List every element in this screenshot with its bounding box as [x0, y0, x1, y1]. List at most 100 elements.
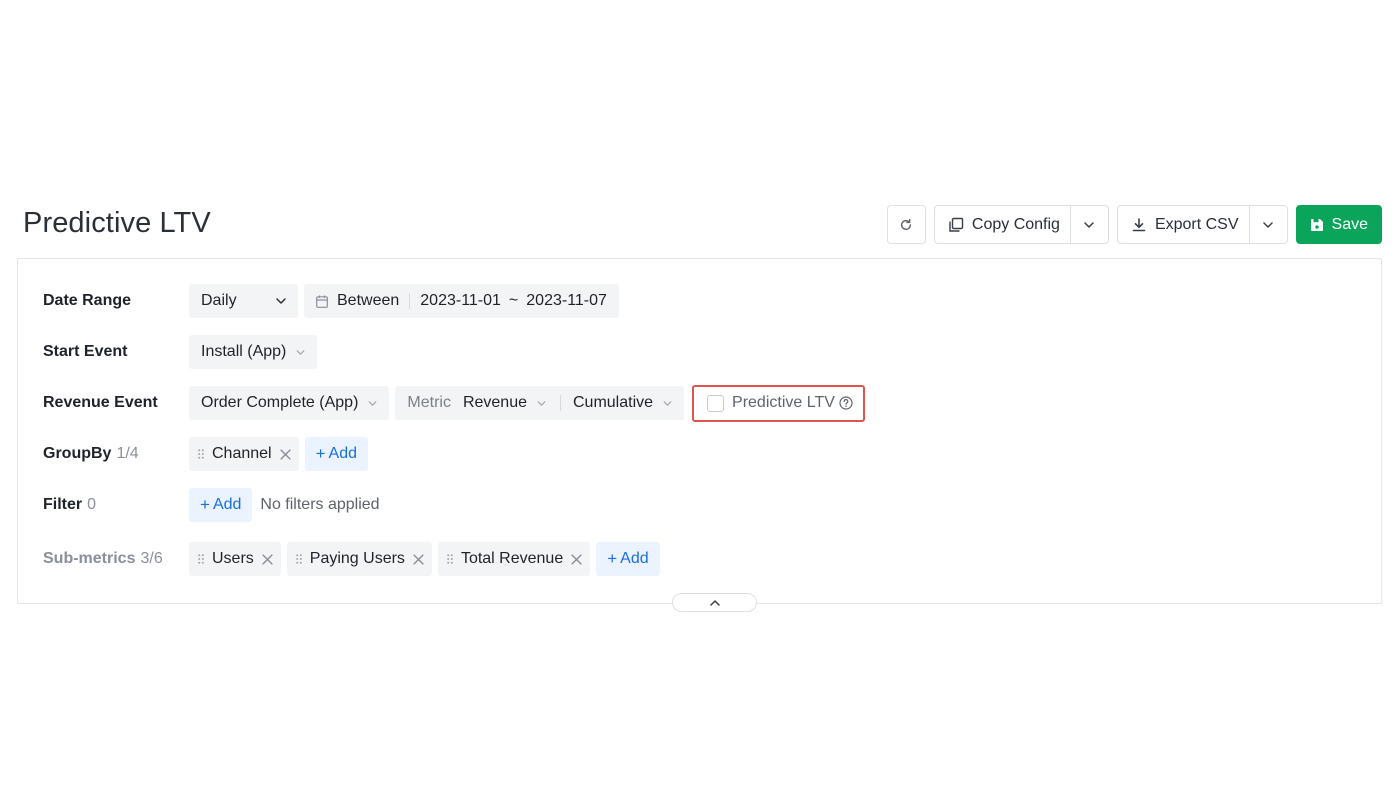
metric-value[interactable]: Revenue — [463, 394, 527, 412]
filter-label: Filter 0 — [43, 496, 189, 514]
submetrics-label-text: Sub-metrics — [43, 550, 136, 567]
date-tilde: ~ — [508, 292, 519, 309]
groupby-label: GroupBy 1/4 — [43, 445, 189, 463]
predictive-ltv-label: Predictive LTV — [732, 394, 835, 411]
submetrics-add-button[interactable]: + Add — [596, 542, 660, 576]
refresh-icon — [899, 218, 913, 232]
date-start[interactable]: 2023-11-01 — [420, 292, 501, 310]
submetrics-count: 3/6 — [140, 550, 163, 567]
export-csv-label: Export CSV — [1154, 215, 1239, 233]
copy-config-button[interactable]: Copy Config — [935, 206, 1070, 243]
date-range-row: Date Range Daily Between 2023-11-01 ~ 20… — [43, 284, 619, 318]
chevron-down-icon — [296, 349, 305, 355]
submetric-chip[interactable]: Total Revenue — [437, 542, 591, 576]
granularity-select[interactable]: Daily — [189, 284, 298, 318]
submetric-chip-label: Paying Users — [309, 550, 405, 567]
revenue-event-select[interactable]: Order Complete (App) — [189, 386, 390, 420]
start-event-controls: Install (App) — [189, 335, 318, 369]
revenue-event-row: Revenue Event Order Complete (App) Metri… — [43, 384, 865, 422]
filter-add-button[interactable]: + Add — [189, 488, 253, 522]
submetric-chip[interactable]: Paying Users — [286, 542, 432, 576]
groupby-row: GroupBy 1/4 Channel + Add — [43, 437, 369, 471]
plus-icon: + — [607, 549, 618, 568]
page-header: Predictive LTV Copy Config Export CSV Sa… — [23, 205, 1382, 245]
export-csv-dropdown-toggle[interactable] — [1248, 206, 1287, 243]
drag-handle-icon[interactable] — [295, 554, 302, 564]
submetrics-controls: Users Paying Users Total Revenue + Add — [189, 542, 660, 576]
export-csv-split-button: Export CSV — [1116, 205, 1288, 244]
chevron-down-icon — [368, 400, 377, 406]
date-end[interactable]: 2023-11-07 — [526, 292, 607, 310]
date-range-controls: Daily Between 2023-11-01 ~ 2023-11-07 — [189, 284, 619, 318]
groupby-label-text: GroupBy — [43, 445, 112, 462]
revenue-event-value: Order Complete (App) — [201, 394, 359, 411]
drag-handle-icon[interactable] — [198, 554, 204, 564]
revenue-event-label: Revenue Event — [43, 394, 189, 412]
granularity-value: Daily — [201, 292, 237, 309]
close-icon[interactable] — [413, 553, 424, 565]
collapse-panel-button[interactable] — [672, 593, 757, 612]
download-icon — [1131, 217, 1147, 233]
start-event-select[interactable]: Install (App) — [189, 335, 318, 369]
drag-handle-icon[interactable] — [447, 554, 453, 564]
page-title: Predictive LTV — [23, 207, 211, 239]
filter-empty-text: No filters applied — [260, 496, 380, 513]
chevron-down-icon — [1263, 221, 1273, 228]
revenue-event-controls: Order Complete (App) Metric Revenue Cumu… — [189, 384, 865, 422]
chevron-down-icon — [663, 400, 672, 406]
aggregation-mode-value[interactable]: Cumulative — [573, 394, 653, 412]
filter-label-text: Filter — [43, 496, 83, 513]
chevron-down-icon — [276, 298, 286, 304]
copy-config-label: Copy Config — [971, 215, 1060, 233]
divider — [409, 293, 411, 309]
predictive-ltv-checkbox[interactable] — [707, 394, 725, 412]
copy-icon — [948, 217, 964, 233]
close-icon[interactable] — [571, 553, 582, 565]
start-event-label: Start Event — [43, 343, 189, 361]
toolbar: Copy Config Export CSV Save — [886, 205, 1382, 245]
submetrics-row: Sub-metrics 3/6 Users Paying Users Total… — [43, 542, 660, 576]
close-icon[interactable] — [262, 553, 273, 565]
groupby-chip-label: Channel — [212, 445, 272, 462]
submetric-chip-label: Total Revenue — [460, 550, 564, 567]
chevron-down-icon — [537, 400, 546, 406]
predictive-ltv-toggle[interactable]: Predictive LTV — [692, 384, 865, 422]
groupby-add-label: Add — [328, 445, 358, 462]
help-icon[interactable] — [839, 396, 853, 410]
drag-handle-icon[interactable] — [198, 449, 204, 459]
close-icon[interactable] — [279, 448, 291, 460]
submetric-chip-label: Users — [212, 550, 254, 567]
save-label: Save — [1331, 215, 1368, 233]
date-range-label: Date Range — [43, 292, 189, 310]
date-operator: Between — [337, 292, 400, 309]
filter-count: 0 — [87, 496, 97, 513]
groupby-count: 1/4 — [116, 445, 139, 462]
revenue-event-label-text: Revenue Event — [43, 394, 158, 411]
divider — [560, 395, 561, 411]
plus-icon: + — [315, 444, 326, 463]
groupby-add-button[interactable]: + Add — [304, 437, 369, 471]
save-button[interactable]: Save — [1295, 205, 1382, 244]
submetrics-add-label: Add — [620, 550, 649, 567]
submetric-chip[interactable]: Users — [189, 542, 281, 576]
filter-row: Filter 0 + Add No filters applied — [43, 488, 380, 522]
refresh-button[interactable] — [886, 205, 926, 244]
copy-config-dropdown-toggle[interactable] — [1069, 206, 1108, 243]
date-range-picker[interactable]: Between 2023-11-01 ~ 2023-11-07 — [304, 284, 619, 318]
copy-config-split-button: Copy Config — [933, 205, 1109, 244]
plus-icon: + — [200, 495, 210, 514]
start-event-label-text: Start Event — [43, 343, 128, 360]
metric-select-group: Metric Revenue Cumulative — [395, 386, 685, 420]
export-csv-button[interactable]: Export CSV — [1118, 206, 1249, 243]
chevron-down-icon — [1084, 221, 1095, 228]
submetrics-label: Sub-metrics 3/6 — [43, 550, 189, 568]
filter-add-label: Add — [212, 496, 242, 513]
calendar-icon — [316, 295, 328, 308]
groupby-chip[interactable]: Channel — [189, 437, 299, 471]
date-range-label-text: Date Range — [43, 292, 132, 309]
groupby-controls: Channel + Add — [189, 437, 369, 471]
metric-label: Metric — [407, 394, 451, 411]
start-event-row: Start Event Install (App) — [43, 335, 318, 369]
config-panel: Date Range Daily Between 2023-11-01 ~ 20… — [17, 258, 1382, 604]
save-icon — [1310, 218, 1324, 232]
